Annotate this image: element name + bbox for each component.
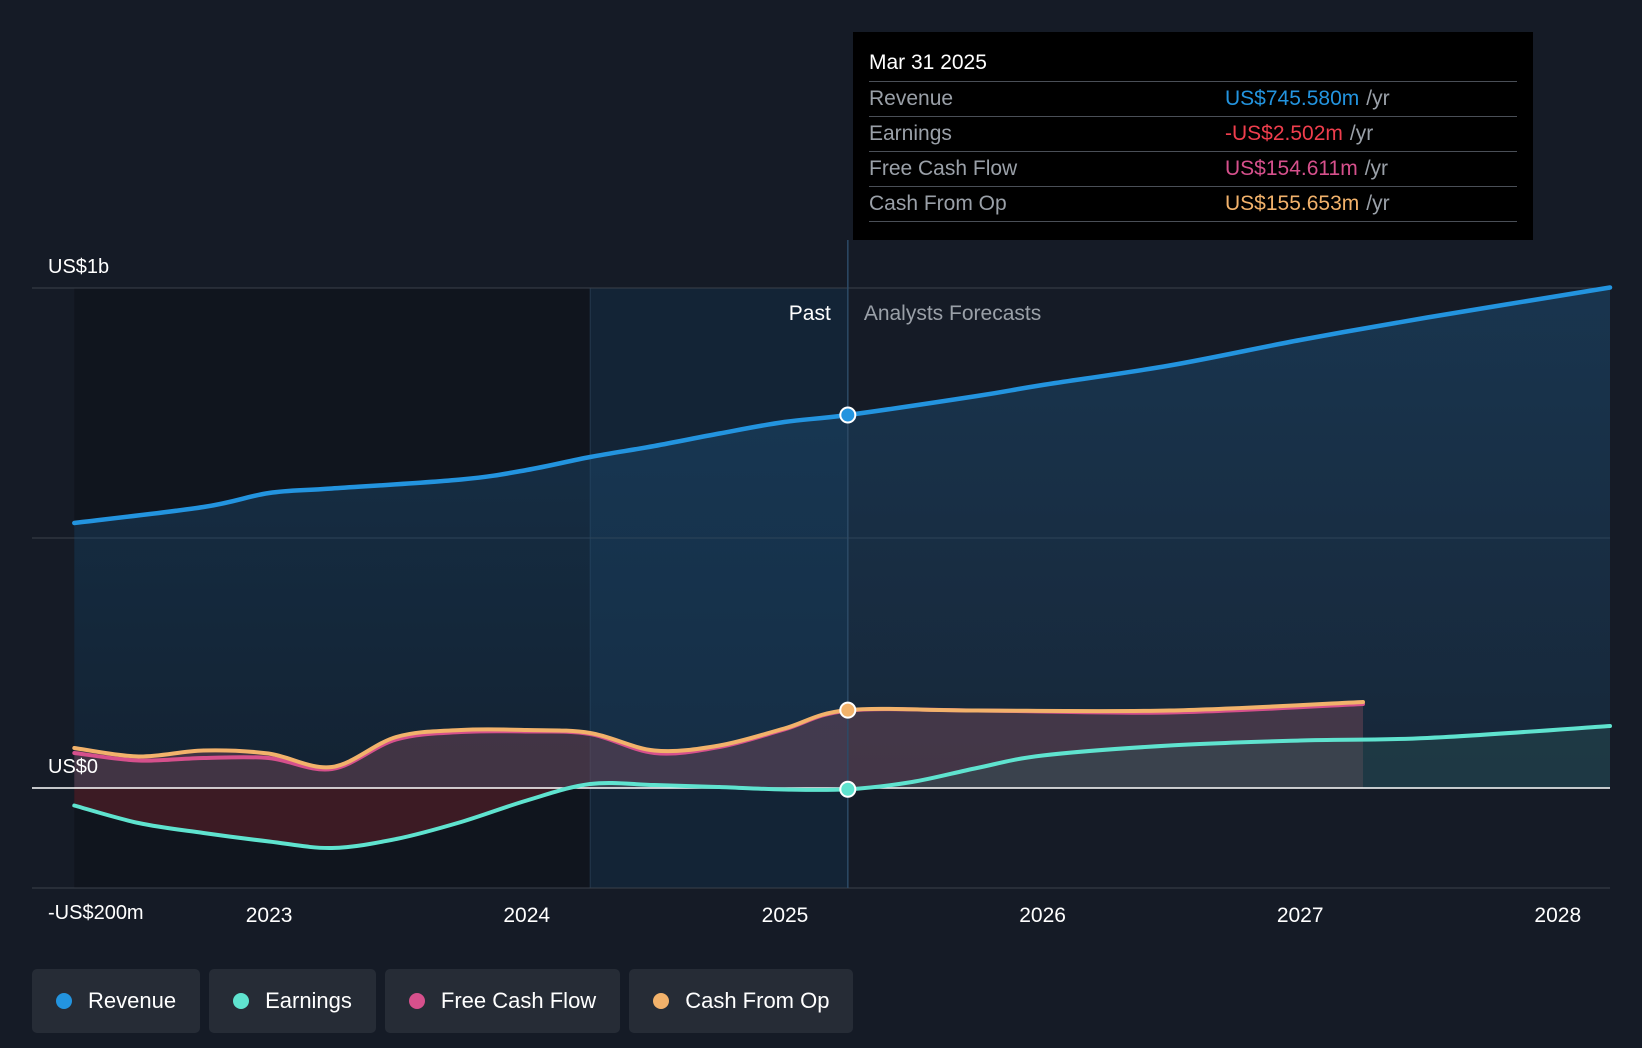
tooltip-unit: /yr [1366, 87, 1390, 110]
earnings-marker [839, 780, 857, 798]
tooltip-label: Revenue [869, 87, 954, 110]
y-tick-label: -US$200m [48, 902, 144, 924]
tooltip-value: US$745.580m [1225, 87, 1360, 110]
forecast-region-label: Analysts Forecasts [864, 302, 1041, 325]
tooltip-value: US$154.611m [1225, 157, 1358, 180]
legend-dot-icon [408, 993, 425, 1009]
tooltip-label: Free Cash Flow [869, 157, 1018, 180]
x-tick-label: 2025 [762, 904, 809, 927]
legend-item-cash-from-op[interactable]: Cash From Op [629, 969, 854, 1033]
tooltip-row-free-cash-flow: Free Cash Flow US$154.611m /yr [869, 152, 1517, 187]
x-tick-label: 2027 [1277, 904, 1324, 927]
tooltip-row-earnings: Earnings -US$2.502m /yr [869, 117, 1517, 152]
y-tick-label: US$1b [48, 256, 109, 278]
past-region-label: Past [789, 302, 831, 325]
legend-label: Cash From Op [685, 988, 830, 1013]
tooltip-label: Earnings [869, 122, 952, 145]
tooltip-row-revenue: Revenue US$745.580m /yr [869, 82, 1517, 117]
tooltip-row-cash-from-op: Cash From Op US$155.653m /yr [869, 187, 1517, 222]
revenue-marker [839, 406, 857, 424]
tooltip-label: Cash From Op [869, 192, 1007, 215]
legend-label: Free Cash Flow [440, 988, 597, 1013]
x-tick-label: 2026 [1019, 904, 1066, 927]
tooltip-value: -US$2.502m [1225, 122, 1343, 145]
legend-dot-icon [233, 993, 250, 1009]
tooltip-unit: /yr [1366, 192, 1390, 215]
legend-dot-icon [653, 993, 670, 1009]
legend-label: Revenue [88, 988, 177, 1013]
cash-from-op-marker [839, 701, 857, 719]
tooltip-unit: /yr [1364, 157, 1389, 180]
tooltip-date: Mar 31 2025 [869, 45, 1517, 82]
legend-item-revenue[interactable]: Revenue [32, 969, 201, 1033]
x-tick-label: 2023 [246, 904, 293, 927]
legend-item-earnings[interactable]: Earnings [209, 969, 376, 1033]
legend-item-free-cash-flow[interactable]: Free Cash Flow [384, 969, 621, 1033]
legend-label: Earnings [265, 988, 352, 1013]
y-tick-label: US$0 [48, 756, 98, 778]
legend-dot-icon [56, 993, 72, 1009]
x-tick-label: 2024 [503, 904, 550, 927]
tooltip-unit: /yr [1349, 122, 1374, 145]
tooltip-panel: Mar 31 2025 Revenue US$745.580m /yr Earn… [853, 32, 1533, 240]
tooltip-value: US$155.653m [1225, 192, 1360, 215]
x-tick-label: 2028 [1534, 904, 1581, 927]
chart-legend: Revenue Earnings Free Cash Flow Cash Fro… [32, 969, 862, 1033]
